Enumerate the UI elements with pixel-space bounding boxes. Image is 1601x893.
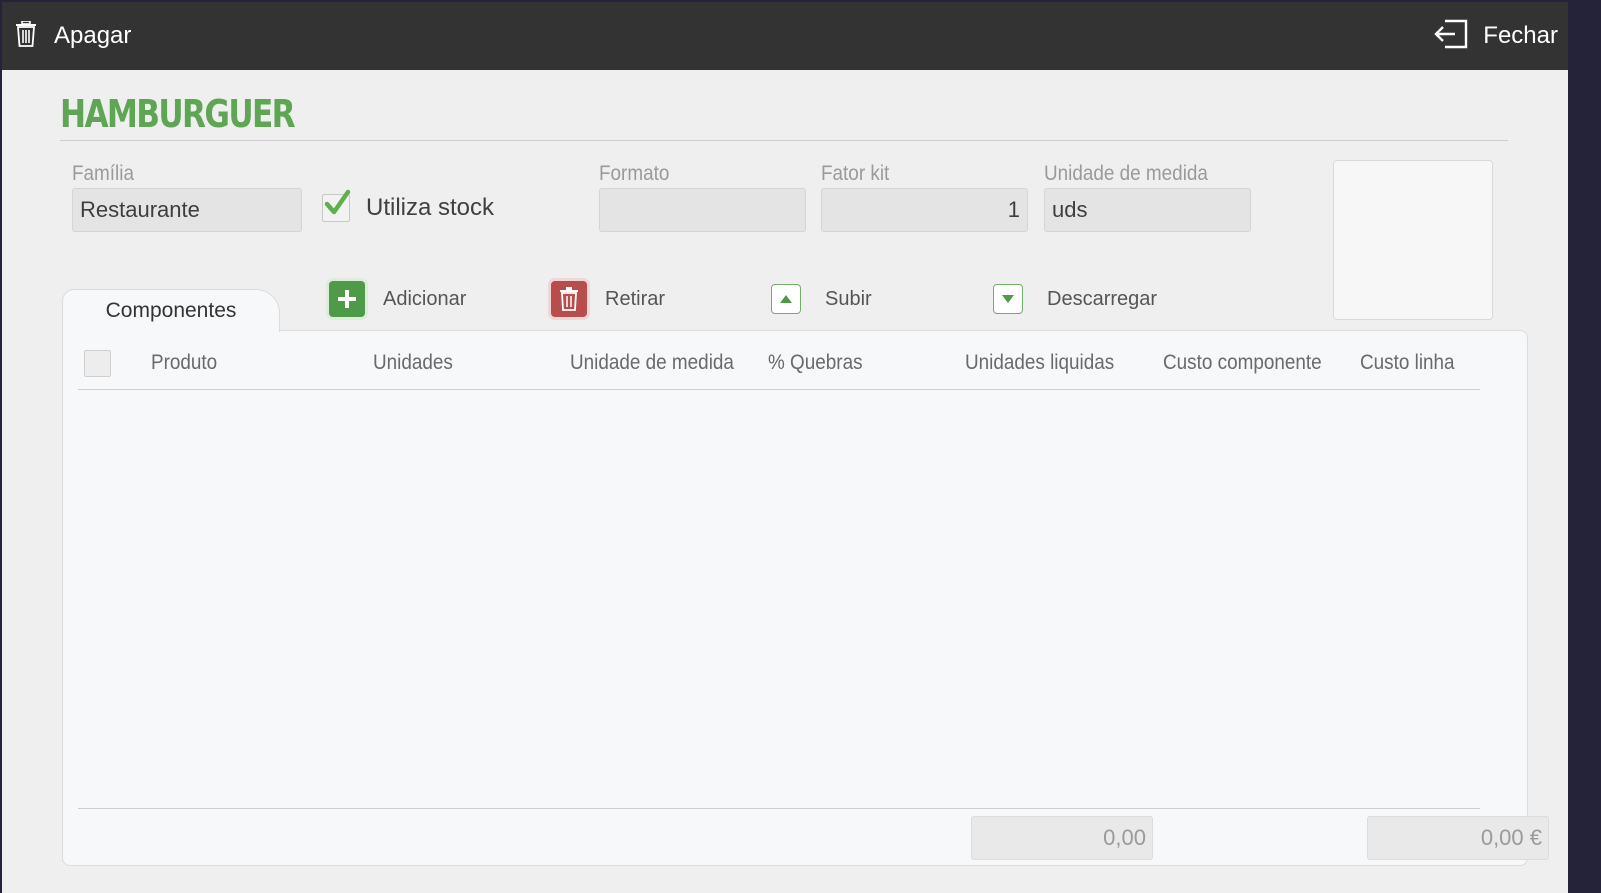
components-panel <box>62 330 1528 866</box>
column-header-unidade-medida[interactable]: Unidade de medida <box>570 351 734 375</box>
trash-icon <box>14 19 38 52</box>
tab-componentes[interactable]: Componentes <box>62 289 280 332</box>
remove-button-label: Retirar <box>605 287 666 310</box>
add-button-label: Adicionar <box>383 287 467 310</box>
plus-icon <box>329 281 365 317</box>
unidade-medida-field[interactable]: uds <box>1044 188 1251 232</box>
select-all-checkbox[interactable] <box>84 350 111 377</box>
units-total-field: 0,00 <box>971 816 1153 860</box>
title-divider <box>60 140 1508 141</box>
column-header-unidades-liquidas[interactable]: Unidades liquidas <box>965 351 1114 375</box>
table-footer-divider <box>78 808 1480 809</box>
move-up-button[interactable]: Subir <box>771 276 872 322</box>
top-bar: Apagar Fechar <box>2 2 1568 70</box>
move-down-button[interactable]: Descarregar <box>993 276 1157 322</box>
familia-field[interactable]: Restaurante <box>72 188 302 232</box>
arrow-down-icon <box>993 284 1023 314</box>
column-header-unidades[interactable]: Unidades <box>373 351 453 375</box>
move-up-button-label: Subir <box>825 287 872 310</box>
cost-total-field: 0,00 € <box>1367 816 1549 860</box>
fator-kit-label: Fator kit <box>821 162 890 185</box>
move-down-button-label: Descarregar <box>1047 287 1158 310</box>
formato-field[interactable] <box>599 188 806 232</box>
utiliza-stock-checkbox[interactable] <box>322 189 351 222</box>
column-header-produto[interactable]: Produto <box>151 351 217 375</box>
close-button-label: Fechar <box>1483 22 1558 49</box>
formato-label: Formato <box>599 162 670 185</box>
delete-button[interactable]: Apagar <box>14 2 131 70</box>
unidade-medida-label: Unidade de medida <box>1044 162 1208 185</box>
fator-kit-field[interactable]: 1 <box>821 188 1028 232</box>
table-header-divider <box>78 389 1480 390</box>
delete-button-label: Apagar <box>54 22 132 49</box>
column-header-custo-linha[interactable]: Custo linha <box>1360 351 1455 375</box>
screen: Apagar Fechar HAMBURGUER Família Restaur… <box>2 2 1568 893</box>
add-button[interactable]: Adicionar <box>329 276 466 322</box>
page-title: HAMBURGUER <box>60 92 296 136</box>
column-header-quebras[interactable]: % Quebras <box>768 351 863 375</box>
utiliza-stock-label[interactable]: Utiliza stock <box>366 194 494 222</box>
arrow-up-icon <box>771 284 801 314</box>
exit-icon <box>1433 18 1469 55</box>
trash-icon <box>551 281 587 317</box>
close-button[interactable]: Fechar <box>1433 2 1558 70</box>
column-header-custo-componente[interactable]: Custo componente <box>1163 351 1322 375</box>
familia-label: Família <box>72 162 134 185</box>
product-image-placeholder[interactable] <box>1333 160 1493 320</box>
remove-button[interactable]: Retirar <box>551 276 665 322</box>
